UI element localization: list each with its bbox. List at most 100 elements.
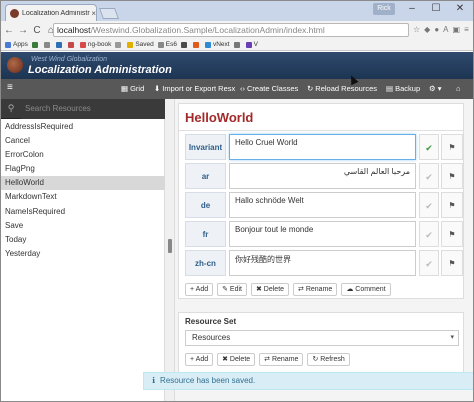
browser-tab[interactable]: Localization Administratio ×	[5, 4, 97, 21]
toast-message: Resource has been saved.	[160, 376, 256, 385]
create-classes-label: Create Classes	[247, 84, 299, 93]
chrome-menu-icon[interactable]: ≡	[464, 25, 469, 34]
resource-list-item[interactable]: MarkdownText	[1, 190, 165, 204]
resource-list-item[interactable]: Today	[1, 233, 165, 247]
tab-close-icon[interactable]: ×	[91, 9, 96, 18]
bookmark-item[interactable]: vNext	[204, 41, 230, 48]
globe-favicon-icon	[10, 8, 19, 18]
menu-icon[interactable]: ≡	[7, 82, 13, 93]
resource-list-item[interactable]: Yesterday	[1, 247, 165, 261]
forward-icon[interactable]: →	[17, 25, 29, 36]
translation-row: ar مرحبا العالم القاسي ✔ ⚑	[185, 163, 463, 191]
locale-label: ar	[185, 163, 226, 189]
home-icon[interactable]: ⌂	[456, 79, 461, 99]
user-profile-badge[interactable]: Rick	[373, 3, 395, 15]
minimize-button[interactable]: –	[401, 1, 423, 17]
address-bar-row: ← → C ⌂ localhost/Westwind.Globalization…	[1, 21, 473, 39]
resource-list-item[interactable]: FlagPng	[1, 162, 165, 176]
resource-list-item[interactable]: AddressIsRequired	[1, 120, 165, 134]
translation-textarea[interactable]: مرحبا العالم القاسي	[229, 163, 416, 189]
comment-flag-icon[interactable]: ⚑	[441, 250, 463, 276]
comment-resource-button[interactable]: ☁ Comment	[341, 283, 391, 296]
delete-resource-button[interactable]: ✖ Delete	[250, 283, 290, 296]
settings-dropdown-icon[interactable]: ⚙ ▾	[429, 79, 442, 99]
search-input[interactable]	[21, 98, 165, 119]
bookmark-label: Apps	[13, 41, 28, 48]
extension-icon[interactable]: ▣	[453, 25, 461, 34]
extension-icon[interactable]: ◆	[424, 25, 430, 34]
bookmark-label: ng-book	[87, 41, 112, 48]
resource-title: HelloWorld	[185, 110, 254, 125]
comment-flag-icon[interactable]: ⚑	[441, 134, 463, 160]
bookmark-item[interactable]	[192, 41, 201, 48]
comment-flag-icon[interactable]: ⚑	[441, 163, 463, 189]
bookmark-item[interactable]	[67, 41, 76, 48]
extension-icon[interactable]: A	[443, 25, 448, 34]
bookmark-item[interactable]	[55, 41, 64, 48]
refresh-resource-set-button[interactable]: ↻ Refresh	[307, 353, 350, 366]
bookmark-label: vNext	[212, 41, 230, 48]
back-icon[interactable]: ←	[3, 25, 15, 36]
translation-textarea[interactable]: Bonjour tout le monde	[229, 221, 416, 247]
resource-list-item[interactable]: Save	[1, 219, 165, 233]
extension-icon[interactable]: ●	[434, 25, 439, 34]
reload-icon[interactable]: C	[31, 25, 43, 36]
grid-button[interactable]: ▦ Grid	[121, 79, 144, 99]
code-icon: ‹›	[240, 84, 245, 93]
resource-list-item[interactable]: ErrorColon	[1, 148, 165, 162]
star-icon[interactable]: ☆	[413, 25, 420, 34]
resource-set-select[interactable]: Resources ▾	[185, 330, 459, 346]
bookmark-favicon-icon	[192, 41, 199, 48]
rename-resource-set-button[interactable]: ⇄ Rename	[259, 353, 304, 366]
rename-resource-button[interactable]: ⇄ Rename	[293, 283, 338, 296]
bookmark-item[interactable]	[31, 41, 40, 48]
create-classes-button[interactable]: ‹› Create Classes	[240, 79, 298, 99]
url-input[interactable]: localhost/Westwind.Globalization.Sample/…	[53, 23, 409, 37]
bookmark-item[interactable]: Es6	[157, 41, 177, 48]
add-resource-button[interactable]: + Add	[185, 283, 214, 296]
bookmark-item[interactable]: ng-book	[79, 41, 112, 48]
translation-textarea[interactable]: Hallo schnöde Welt	[229, 192, 416, 218]
comment-flag-icon[interactable]: ⚑	[441, 221, 463, 247]
delete-resource-set-button[interactable]: ✖ Delete	[217, 353, 256, 366]
bookmark-item[interactable]	[43, 41, 52, 48]
save-check-icon[interactable]: ✔	[419, 192, 439, 218]
translation-textarea[interactable]: Hello Cruel World	[229, 134, 416, 160]
resource-list-item[interactable]: HelloWorld	[1, 176, 165, 191]
bookmark-item[interactable]: V	[245, 41, 258, 48]
new-tab-button[interactable]	[98, 8, 120, 19]
backup-button[interactable]: ▤ Backup	[386, 79, 420, 99]
bookmark-item[interactable]	[115, 41, 123, 48]
save-check-icon[interactable]: ✔	[419, 221, 439, 247]
comment-flag-icon[interactable]: ⚑	[441, 192, 463, 218]
save-check-icon[interactable]: ✔	[419, 250, 439, 276]
close-window-button[interactable]: ✕	[449, 1, 471, 17]
bookmark-favicon-icon	[31, 41, 38, 48]
import-export-button[interactable]: ⬇ Import or Export Resx	[154, 79, 235, 99]
maximize-button[interactable]: ☐	[425, 1, 447, 17]
translation-row: de Hallo schnöde Welt ✔ ⚑	[185, 192, 463, 220]
splitter-grip[interactable]	[168, 239, 172, 253]
add-resource-set-button[interactable]: + Add	[185, 353, 214, 366]
save-check-icon[interactable]: ✔	[419, 163, 439, 189]
resource-list-item[interactable]: NameIsRequired	[1, 205, 165, 219]
bookmark-item[interactable]	[233, 41, 242, 48]
translation-row: Invariant Hello Cruel World ✔ ⚑	[185, 134, 463, 162]
title-divider	[179, 130, 463, 131]
bookmarks-bar: Apps ng-book Saved Es6 vNext V	[1, 39, 473, 51]
bookmark-favicon-icon	[67, 41, 74, 48]
bookmark-favicon-icon	[5, 41, 11, 48]
resource-list: AddressIsRequired Cancel ErrorColon FlagPng…	[1, 120, 165, 261]
bookmark-item[interactable]	[180, 41, 189, 48]
resource-set-actions: + Add ✖ Delete ⇄ Rename ↻ Refresh	[185, 353, 350, 366]
reload-resources-button[interactable]: ↻ Reload Resources	[307, 79, 377, 99]
resource-list-item[interactable]: Cancel	[1, 134, 165, 148]
bookmark-item[interactable]: Apps	[5, 41, 28, 48]
bookmark-item[interactable]: Saved	[127, 41, 154, 48]
status-toast: ℹ Resource has been saved.	[143, 372, 473, 390]
translation-textarea[interactable]: 你好残酷的世界	[229, 250, 416, 276]
edit-resource-button[interactable]: ✎ Edit	[217, 283, 247, 296]
bookmark-favicon-icon	[55, 41, 62, 48]
save-check-icon[interactable]: ✔	[419, 134, 439, 160]
panel-splitter[interactable]	[165, 99, 175, 401]
